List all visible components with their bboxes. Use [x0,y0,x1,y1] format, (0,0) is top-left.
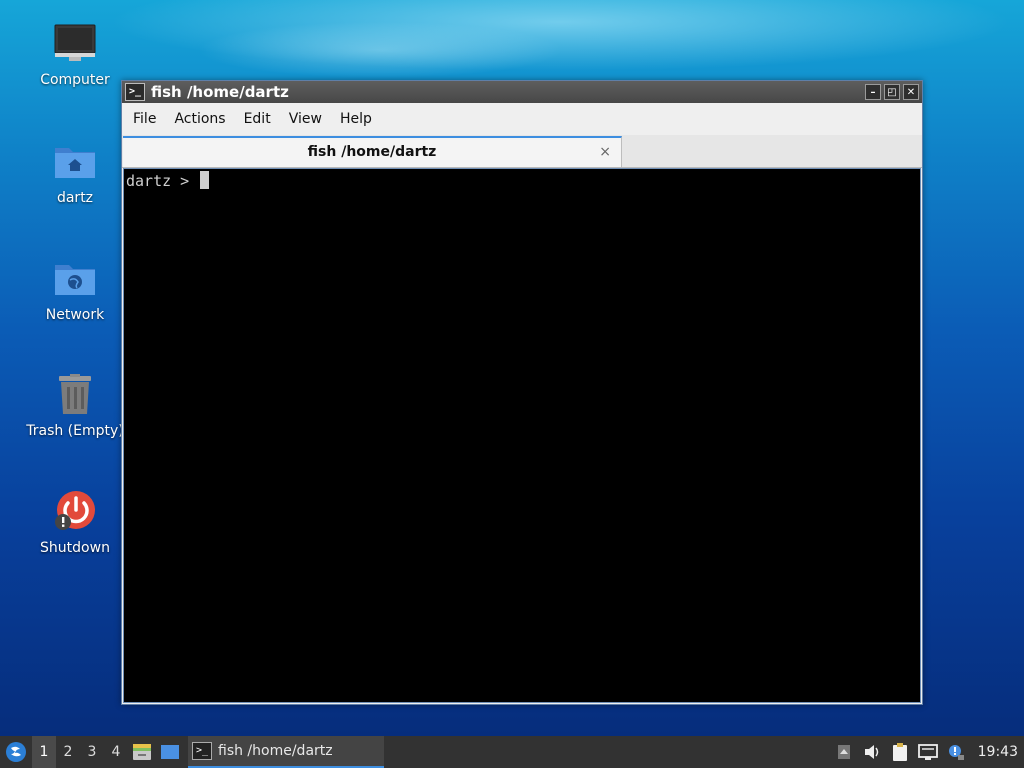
desktop-icon-label: Network [45,307,105,323]
window-title: fish /home/dartz [151,83,289,101]
tab-bar: fish /home/dartz × [122,135,922,168]
quicklaunch-file-manager[interactable] [128,736,156,768]
desktop-icon-label: Computer [40,72,110,88]
desktop-icon-computer[interactable]: Computer [24,22,126,88]
start-menu-button[interactable] [0,736,32,768]
workspace-1-button[interactable]: 1 [32,736,56,768]
desktop-icon-trash[interactable]: Trash (Empty) [24,373,126,439]
workspace-3-button[interactable]: 3 [80,736,104,768]
taskbar: 1 2 3 4 >_ fish /home/dartz 19:43 [0,736,1024,768]
tray-expand-button[interactable] [830,736,858,768]
tab-fish[interactable]: fish /home/dartz × [123,136,622,167]
menu-help[interactable]: Help [331,111,381,127]
network-wired-icon [917,744,938,760]
tab-label: fish /home/dartz [307,144,437,160]
workspace-2-button[interactable]: 2 [56,736,80,768]
clipboard-button[interactable] [886,736,914,768]
terminal-icon: >_ [125,83,145,101]
terminal-cursor [200,171,210,189]
shutdown-icon [53,490,97,534]
menu-actions[interactable]: Actions [165,111,234,127]
updates-notifier-button[interactable] [942,736,970,768]
clock[interactable]: 19:43 [970,744,1024,760]
clipboard-icon [892,743,907,761]
lxqt-logo-icon [6,742,26,762]
menubar: File Actions Edit View Help [122,103,922,135]
maximize-button[interactable]: ◰ [884,84,900,100]
desktop-icon-network[interactable]: Network [24,257,126,323]
terminal-window: >_ fish /home/dartz – ◰ ✕ File Actions E… [121,80,923,705]
desktop-icon-home-folder[interactable]: dartz [24,140,126,206]
trash-icon [53,373,97,417]
network-folder-icon [53,257,97,301]
taskbar-task-terminal[interactable]: >_ fish /home/dartz [188,736,384,768]
desktop-icon-label: dartz [56,190,94,206]
window-titlebar[interactable]: >_ fish /home/dartz – ◰ ✕ [122,81,922,103]
system-tray: 19:43 [830,736,1024,768]
terminal-icon: >_ [192,742,212,760]
desktop-icon-shutdown[interactable]: Shutdown [24,490,126,556]
terminal-prompt: dartz > [126,172,199,190]
terminal-area[interactable]: dartz > [123,168,921,703]
desktop-icon-label: Shutdown [40,540,110,556]
close-button[interactable]: ✕ [903,84,919,100]
update-notification-icon [948,745,964,760]
network-status-button[interactable] [914,736,942,768]
menu-view[interactable]: View [280,111,331,127]
tab-close-icon[interactable]: × [599,138,611,166]
volume-icon [864,745,878,759]
minimize-button[interactable]: – [865,84,881,100]
show-desktop-button[interactable] [156,736,184,768]
chevron-up-icon [837,745,850,759]
menu-file[interactable]: File [124,111,165,127]
file-manager-icon [133,744,151,760]
volume-button[interactable] [858,736,886,768]
task-label: fish /home/dartz [218,743,333,759]
menu-edit[interactable]: Edit [235,111,280,127]
computer-icon [53,22,97,66]
show-desktop-icon [161,745,179,759]
workspace-4-button[interactable]: 4 [104,736,128,768]
desktop-icon-label: Trash (Empty) [26,423,124,439]
home-folder-icon [53,140,97,184]
